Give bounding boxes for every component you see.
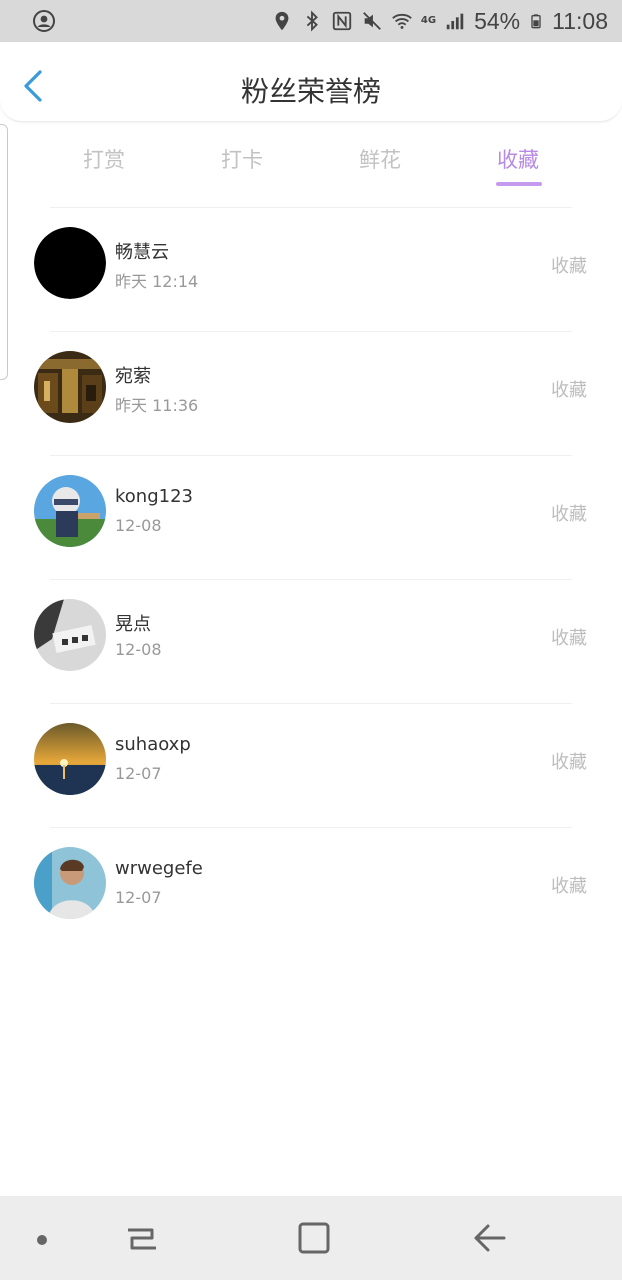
timestamp: 昨天 11:36: [115, 396, 199, 415]
user-name: 晃点: [115, 614, 151, 635]
list-item[interactable]: suhaoxp 12-07 收藏: [0, 704, 622, 828]
battery-icon: [531, 14, 541, 29]
battery-percent: 54%: [474, 7, 521, 34]
action-label: 收藏: [551, 876, 587, 897]
tab-favorites[interactable]: 收藏: [478, 144, 558, 174]
list-item[interactable]: kong123 12-08 收藏: [0, 456, 622, 580]
avatar: [34, 599, 106, 671]
tab-checkin[interactable]: 打卡: [202, 144, 282, 174]
network-type: 4G: [420, 15, 437, 26]
timestamp: 12-08: [115, 640, 162, 659]
list-item[interactable]: 畅慧云 昨天 12:14 收藏: [0, 208, 622, 332]
avatar: [34, 475, 106, 547]
avatar: [34, 351, 106, 423]
wifi-icon: [392, 13, 412, 29]
user-name: 畅慧云: [115, 242, 169, 263]
user-name: kong123: [115, 486, 193, 507]
bluetooth-icon: [306, 10, 318, 32]
account-circle-icon: [33, 10, 55, 32]
user-name: 宛萦: [115, 366, 151, 387]
timestamp: 12-07: [115, 764, 162, 783]
home-icon[interactable]: [294, 1218, 334, 1258]
avatar: [34, 227, 106, 299]
action-label: 收藏: [551, 628, 587, 649]
status-time: 11:08: [552, 7, 608, 34]
recent-apps-icon[interactable]: [122, 1218, 162, 1258]
location-icon: [275, 11, 289, 31]
dot-icon[interactable]: [24, 1218, 64, 1258]
list-item[interactable]: 晃点 12-08 收藏: [0, 580, 622, 704]
action-label: 收藏: [551, 504, 587, 525]
user-name: suhaoxp: [115, 734, 191, 755]
nfc-icon: [332, 11, 352, 31]
back-icon[interactable]: [470, 1218, 510, 1258]
mute-icon: [363, 12, 381, 30]
user-name: wrwegefe: [115, 858, 203, 879]
timestamp: 12-07: [115, 888, 162, 907]
header: 粉丝荣誉榜: [0, 42, 622, 122]
tab-flowers[interactable]: 鲜花: [340, 144, 420, 174]
system-nav-bar: [0, 1196, 622, 1280]
action-label: 收藏: [551, 256, 587, 277]
avatar: [34, 847, 106, 919]
list-item[interactable]: 宛萦 昨天 11:36 收藏: [0, 332, 622, 456]
active-tab-indicator: [496, 182, 542, 186]
fan-list: 畅慧云 昨天 12:14 收藏 宛萦 昨天 11:36 收藏 kong123 1…: [0, 208, 622, 952]
timestamp: 12-08: [115, 516, 162, 535]
status-bar: 4G 54% 11:08: [0, 0, 622, 42]
tab-tip[interactable]: 打赏: [64, 144, 144, 174]
avatar: [34, 723, 106, 795]
timestamp: 昨天 12:14: [115, 272, 199, 291]
page-title: 粉丝荣誉榜: [240, 75, 381, 108]
action-label: 收藏: [551, 752, 587, 773]
action-label: 收藏: [551, 380, 587, 401]
list-item[interactable]: wrwegefe 12-07 收藏: [0, 828, 622, 952]
signal-icon: [446, 13, 464, 30]
